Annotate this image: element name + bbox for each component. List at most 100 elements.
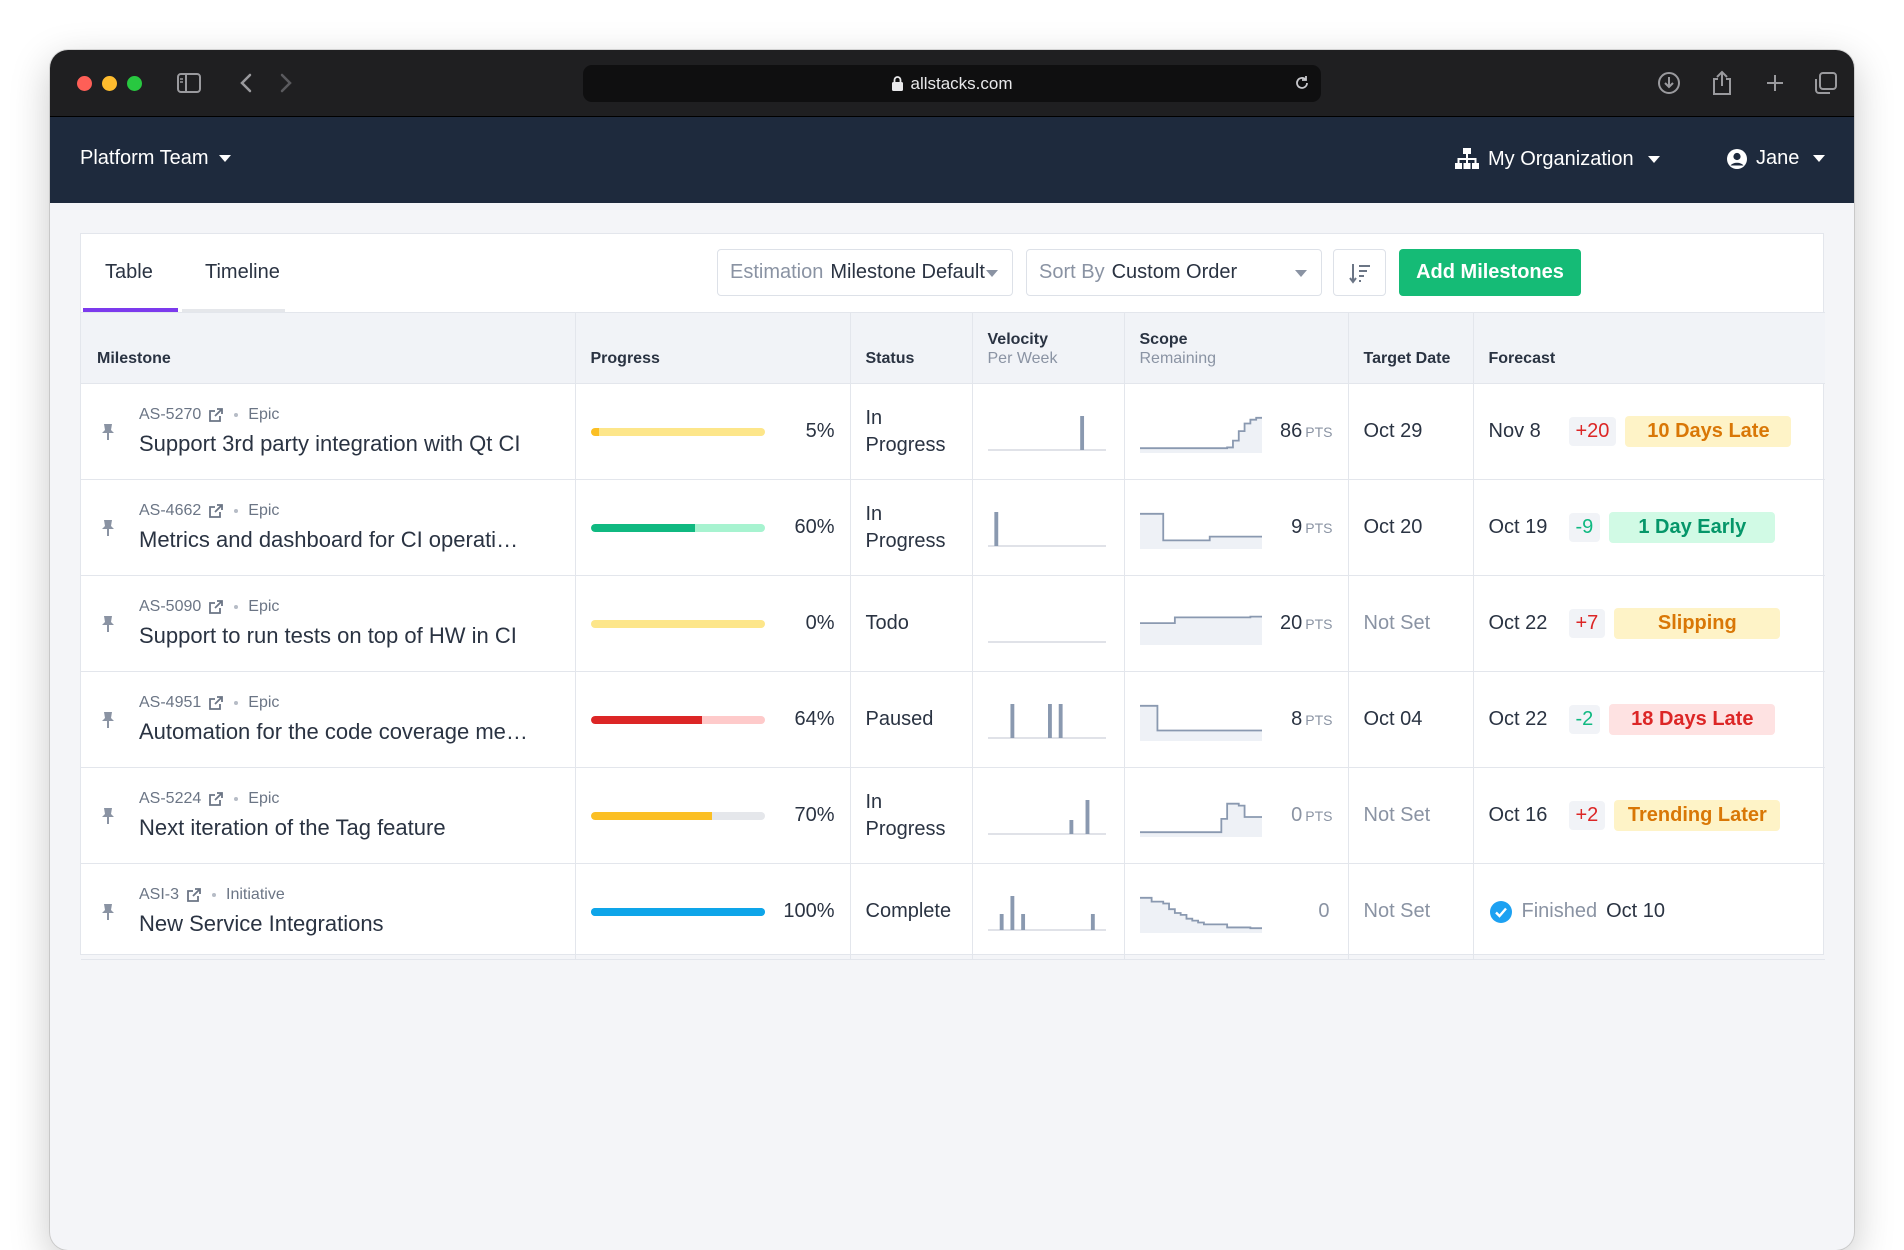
tab-table[interactable]: Table xyxy=(105,261,153,284)
share-icon[interactable] xyxy=(1710,70,1734,96)
reload-icon[interactable] xyxy=(1293,74,1311,92)
pin-icon[interactable] xyxy=(101,519,115,537)
velocity-bar xyxy=(1020,913,1025,930)
external-link-icon[interactable] xyxy=(208,407,224,423)
scope-value: 0 xyxy=(1291,804,1303,826)
team-name: Platform Team xyxy=(80,147,209,169)
target-date-cell: Oct 04 xyxy=(1347,671,1473,768)
sidebar-toggle-icon[interactable] xyxy=(176,70,202,96)
separator-dot xyxy=(234,701,239,705)
milestone-key[interactable]: AS-5224 xyxy=(139,790,201,808)
milestone-key[interactable]: AS-5090 xyxy=(139,598,201,616)
browser-window: allstacks.com Platform Team My Organizat… xyxy=(50,50,1854,1250)
chevron-down-icon xyxy=(1295,270,1307,277)
column-header-status[interactable]: Status xyxy=(849,312,972,384)
milestone-key[interactable]: AS-4951 xyxy=(139,694,201,712)
back-icon[interactable] xyxy=(236,70,256,96)
progress-cell: 0% xyxy=(574,575,850,672)
column-header-forecast[interactable]: Forecast xyxy=(1472,312,1825,384)
milestone-title[interactable]: Metrics and dashboard for CI operati… xyxy=(139,527,559,553)
forecast-date: Nov 8 xyxy=(1488,420,1541,442)
external-link-icon[interactable] xyxy=(208,503,224,519)
table-row[interactable]: AS-4662 Epic Metrics and dashboard for C… xyxy=(81,479,1825,576)
external-link-icon[interactable] xyxy=(208,695,224,711)
address-bar[interactable]: allstacks.com xyxy=(583,65,1321,102)
pin-icon[interactable] xyxy=(101,423,115,441)
status-cell: In Progress xyxy=(849,767,972,864)
pin-icon[interactable] xyxy=(101,711,115,729)
table-row[interactable]: AS-5224 Epic Next iteration of the Tag f… xyxy=(81,767,1825,864)
progress-bar xyxy=(590,427,765,436)
forecast-content: Oct 22 +7 Slipping xyxy=(1489,608,1811,639)
user-menu[interactable]: Jane xyxy=(1726,147,1826,170)
milestone-cell: AS-5090 Epic Support to run tests on top… xyxy=(81,575,575,672)
external-link-icon[interactable] xyxy=(186,887,202,903)
pin-icon[interactable] xyxy=(101,903,115,921)
progress-percent: 64% xyxy=(794,708,835,730)
zoom-window-button[interactable] xyxy=(127,76,142,91)
download-icon[interactable] xyxy=(1656,70,1682,96)
milestone-key[interactable]: ASI-3 xyxy=(139,886,179,904)
scope-sparkline xyxy=(1139,704,1262,741)
table-row[interactable]: AS-5270 Epic Support 3rd party integrati… xyxy=(81,383,1825,480)
scope-cell: 20 PTS xyxy=(1123,575,1348,672)
separator-dot xyxy=(234,797,239,801)
external-link-icon[interactable] xyxy=(208,791,224,807)
velocity-cell xyxy=(971,671,1124,768)
new-tab-icon[interactable] xyxy=(1764,70,1786,96)
table-row[interactable]: AS-5090 Epic Support to run tests on top… xyxy=(81,575,1825,672)
scope-unit: PTS xyxy=(1305,424,1333,440)
add-milestones-button[interactable]: Add Milestones xyxy=(1399,249,1581,296)
column-header-target-date[interactable]: Target Date xyxy=(1347,312,1473,384)
milestone-title[interactable]: Automation for the code coverage me… xyxy=(139,719,559,745)
target-date-cell: Oct 20 xyxy=(1347,479,1473,576)
close-window-button[interactable] xyxy=(77,76,92,91)
pin-icon[interactable] xyxy=(101,615,115,633)
forecast-delta: +20 xyxy=(1568,417,1617,446)
progress-cell: 64% xyxy=(574,671,850,768)
status-cell: Todo xyxy=(849,575,972,672)
pin-icon[interactable] xyxy=(101,807,115,825)
milestone-key[interactable]: AS-4662 xyxy=(139,502,201,520)
scope-cell: 0 PTS xyxy=(1123,767,1348,864)
tab-overview-icon[interactable] xyxy=(1814,70,1838,96)
column-header-scope[interactable]: Scope Remaining xyxy=(1123,312,1348,384)
sort-direction-button[interactable] xyxy=(1333,249,1386,296)
forecast-cell: Oct 22 +7 Slipping xyxy=(1472,575,1825,672)
estimation-select[interactable]: Estimation Milestone Default xyxy=(717,249,1013,296)
external-link-icon[interactable] xyxy=(208,599,224,615)
minimize-window-button[interactable] xyxy=(102,76,117,91)
forecast-cell: Finished Oct 10 xyxy=(1472,863,1825,960)
milestone-title[interactable]: Support 3rd party integration with Qt CI xyxy=(139,431,559,457)
milestone-key[interactable]: AS-5270 xyxy=(139,406,201,424)
target-date: Not Set xyxy=(1363,612,1431,634)
milestone-type: Initiative xyxy=(226,886,285,903)
sort-by-select[interactable]: Sort By Custom Order xyxy=(1026,249,1322,296)
finished-status: Finished Oct 10 xyxy=(1489,900,1665,924)
milestone-title[interactable]: Support to run tests on top of HW in CI xyxy=(139,623,559,649)
milestone-title[interactable]: Next iteration of the Tag feature xyxy=(139,815,559,841)
table-row[interactable]: AS-4951 Epic Automation for the code cov… xyxy=(81,671,1825,768)
velocity-bar xyxy=(1058,703,1063,738)
chevron-down-icon xyxy=(986,270,998,277)
target-date-cell: Not Set xyxy=(1347,863,1473,960)
column-header-milestone[interactable]: Milestone xyxy=(81,312,575,384)
target-date-cell: Oct 29 xyxy=(1347,383,1473,480)
milestone-title[interactable]: New Service Integrations xyxy=(139,911,559,937)
forecast-date: Oct 16 xyxy=(1488,804,1548,826)
tab-timeline[interactable]: Timeline xyxy=(205,261,280,284)
progress-bar xyxy=(590,619,765,628)
forecast-delta: +7 xyxy=(1568,609,1606,638)
scope-sparkline xyxy=(1139,416,1262,453)
organization-switcher[interactable]: My Organization xyxy=(1454,147,1660,171)
velocity-bar xyxy=(1079,415,1084,450)
velocity-sparkline xyxy=(987,895,1106,931)
table-row[interactable]: ASI-3 Initiative New Service Integration… xyxy=(81,863,1825,960)
forecast-date: Oct 19 xyxy=(1488,516,1548,538)
milestones-table: Milestone Progress Status Velocity Per We… xyxy=(81,312,1825,960)
forward-icon[interactable] xyxy=(276,70,296,96)
column-header-progress[interactable]: Progress xyxy=(574,312,850,384)
team-switcher[interactable]: Platform Team xyxy=(80,147,231,170)
forecast-content: Finished Oct 10 xyxy=(1489,900,1811,924)
column-header-velocity[interactable]: Velocity Per Week xyxy=(971,312,1124,384)
